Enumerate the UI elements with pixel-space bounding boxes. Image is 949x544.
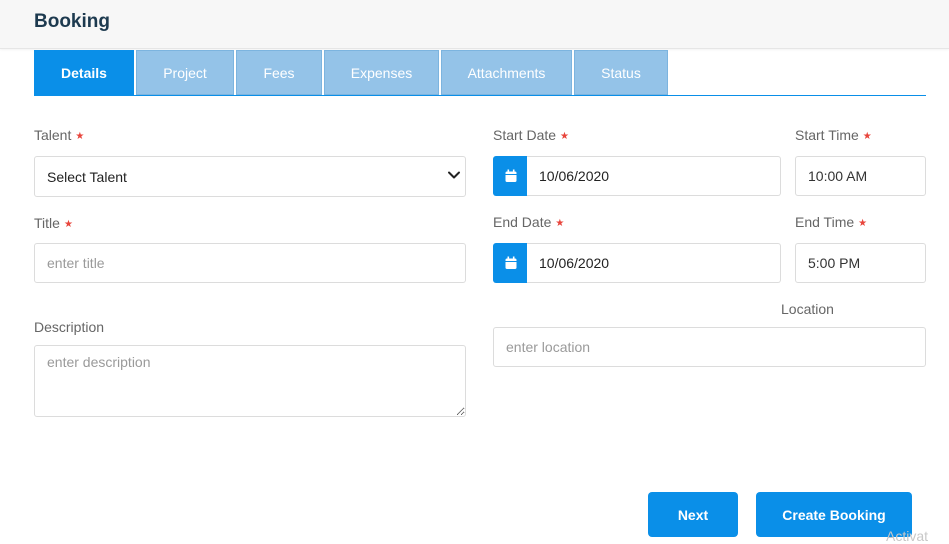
talent-label: Talent ★ <box>34 127 85 143</box>
tab-expenses[interactable]: Expenses <box>324 50 439 95</box>
start-date-group <box>493 156 781 196</box>
end-date-input[interactable] <box>527 243 781 283</box>
location-input[interactable] <box>493 327 926 367</box>
end-time-label: End Time ★ <box>795 214 868 230</box>
end-date-group <box>493 243 781 283</box>
title-input[interactable] <box>34 243 466 283</box>
required-star: ★ <box>862 131 872 142</box>
tab-details[interactable]: Details <box>34 50 134 95</box>
tab-attachments[interactable]: Attachments <box>441 50 572 95</box>
required-star: ★ <box>75 131 85 142</box>
description-textarea[interactable] <box>34 345 466 417</box>
end-date-label: End Date ★ <box>493 214 565 230</box>
title-label: Title ★ <box>34 215 73 231</box>
tab-status[interactable]: Status <box>574 50 668 95</box>
end-time-input[interactable] <box>795 243 926 283</box>
description-label: Description <box>34 319 105 335</box>
talent-select[interactable]: Select Talent <box>34 156 466 197</box>
start-date-input[interactable] <box>527 156 781 196</box>
tab-bar: Details Project Fees Expenses Attachment… <box>34 50 926 96</box>
tab-fees[interactable]: Fees <box>236 50 322 95</box>
tab-project[interactable]: Project <box>136 50 234 95</box>
next-button[interactable]: Next <box>648 492 738 537</box>
required-star: ★ <box>858 218 868 229</box>
page-title: Booking <box>34 11 110 32</box>
calendar-icon <box>505 256 516 269</box>
start-date-calendar-button[interactable] <box>493 156 528 196</box>
activation-watermark: Activat <box>886 528 929 544</box>
start-time-input[interactable] <box>795 156 926 196</box>
location-label: Location <box>781 301 834 317</box>
start-date-label: Start Date ★ <box>493 127 569 143</box>
end-date-calendar-button[interactable] <box>493 243 528 283</box>
app-header: Booking <box>0 0 949 49</box>
start-time-label: Start Time ★ <box>795 127 872 143</box>
required-star: ★ <box>63 219 73 230</box>
required-star: ★ <box>555 218 565 229</box>
required-star: ★ <box>560 131 569 142</box>
calendar-icon <box>505 169 516 182</box>
